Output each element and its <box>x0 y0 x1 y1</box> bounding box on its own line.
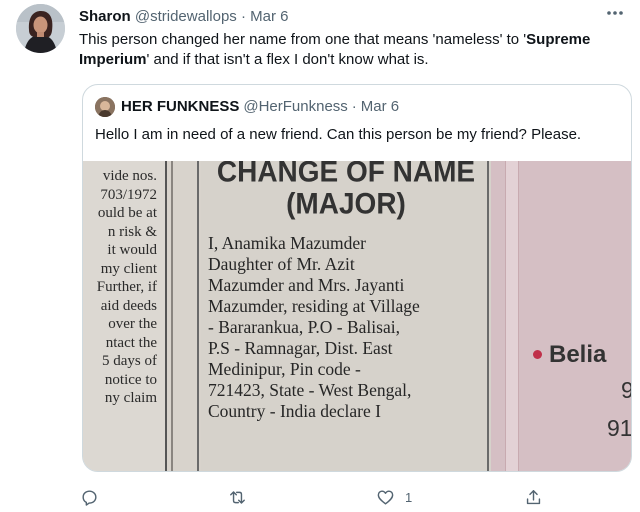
left-column-line: vide nos. <box>102 168 157 184</box>
ad-number-2: 91 <box>607 415 632 441</box>
author-handle[interactable]: @stridewallops <box>135 8 237 25</box>
tweet-text-part1: This person changed her name from one th… <box>79 31 527 48</box>
author-name[interactable]: Sharon <box>79 8 131 25</box>
share-button[interactable] <box>524 486 543 508</box>
left-column-line: ould be at <box>97 205 157 221</box>
reply-icon <box>82 489 97 506</box>
like-count: 1 <box>405 489 413 505</box>
left-column-line: Further, if <box>96 279 157 295</box>
notice-heading: CHANGE OF NAME <box>216 161 476 188</box>
tweet-date[interactable]: Mar 6 <box>250 8 288 25</box>
left-column-line: n risk & <box>107 223 157 240</box>
newspaper-left-column: vide nos. 703/1972 ould be at n risk & it wo… <box>83 161 167 471</box>
retweet-button[interactable] <box>228 486 247 508</box>
left-column-line: 703/1972 <box>100 186 157 203</box>
quoted-date: Mar 6 <box>360 98 400 115</box>
retweet-icon <box>230 490 245 504</box>
column-rule <box>487 161 489 471</box>
heart-icon <box>377 489 394 505</box>
left-column-line: ny claim <box>104 390 157 406</box>
separator: · <box>240 8 246 25</box>
newspaper-right-column: Belia 98 91 <box>491 161 632 471</box>
like-button[interactable]: 1 <box>376 486 412 508</box>
tweet-text: This person changed her name from one th… <box>79 30 624 70</box>
notice-line: Daughter of Mr. Azit <box>208 254 355 274</box>
tweet: Sharon @stridewallops · Mar 6 This perso… <box>0 0 640 512</box>
reply-button[interactable] <box>80 486 99 508</box>
notice-line: P.S - Ramnagar, Dist. East <box>208 338 393 358</box>
left-column-line: aid deeds <box>100 297 157 314</box>
notice-line: Country - India declare I <box>208 401 381 421</box>
quoted-header: HER FUNKNESS @HerFunkness · Mar 6 <box>95 97 399 117</box>
ad-title: Belia <box>549 341 607 368</box>
left-column-line: it would <box>107 242 157 258</box>
share-icon <box>526 489 541 504</box>
notice-line: I, Anamika Mazumder <box>208 233 366 253</box>
notice-line: Medinipur, Pin code - <box>208 359 361 379</box>
notice-line: 721423, State - West Bengal, <box>208 380 412 400</box>
left-column-line: 5 days of <box>102 353 157 369</box>
tweet-text-part2: ' and if that isn't a flex I don't know … <box>146 51 429 68</box>
quoted-tweet[interactable]: HER FUNKNESS @HerFunkness · Mar 6 Hello … <box>82 84 632 472</box>
quoted-text: Hello I am in need of a new friend. Can … <box>95 126 582 143</box>
name-change-notice: CHANGE OF NAME (MAJOR) I, Anamika Mazumd… <box>201 161 491 471</box>
column-rule <box>197 161 199 471</box>
left-column-line: ntact the <box>105 334 157 351</box>
quoted-separator: · <box>351 98 357 115</box>
quoted-author-name: HER FUNKNESS <box>121 98 240 115</box>
quoted-image[interactable]: vide nos. 703/1972 ould be at n risk & it wo… <box>83 161 632 471</box>
tweet-header: Sharon @stridewallops · Mar 6 <box>79 7 288 27</box>
quoted-avatar <box>95 97 115 117</box>
left-column-line: my client <box>100 260 157 277</box>
quoted-author-handle: @HerFunkness <box>243 98 348 115</box>
ad-number-1: 98 <box>621 377 631 404</box>
tweet-actions: 1 <box>0 486 640 510</box>
left-column-line: over the <box>108 316 157 332</box>
decorative-strip <box>505 161 519 471</box>
notice-line: Mazumder and Mrs. Jayanti <box>208 275 405 295</box>
column-rule <box>171 161 173 471</box>
left-column-line: notice to <box>104 371 157 388</box>
bullet-icon <box>533 350 542 359</box>
more-icon[interactable] <box>602 3 628 29</box>
notice-subheading: (MAJOR) <box>286 187 406 220</box>
notice-line: - Bararankua, P.O - Balisai, <box>208 317 400 337</box>
notice-line: Mazumder, residing at Village <box>208 296 420 316</box>
avatar[interactable] <box>16 4 65 53</box>
